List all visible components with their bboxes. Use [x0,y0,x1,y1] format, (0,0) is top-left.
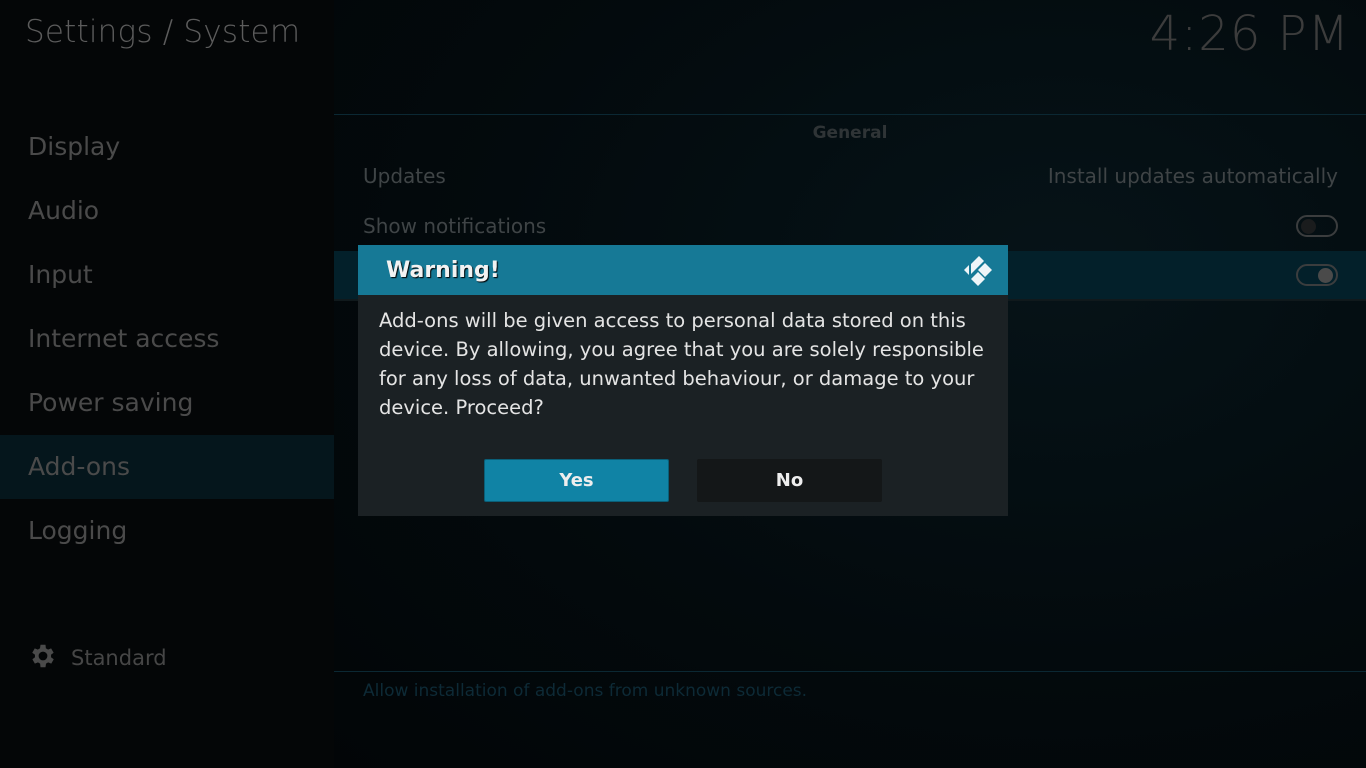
sidebar: Settings / System Display Audio Input In… [0,0,334,768]
sidebar-item-display[interactable]: Display [0,115,334,179]
settings-level-label: Standard [71,646,167,670]
sidebar-item-power-saving[interactable]: Power saving [0,371,334,435]
setting-show-notifications[interactable]: Show notifications [334,201,1366,251]
toggle-knob [1301,219,1316,234]
warning-dialog: Warning! Add-ons will be given access to… [358,245,1008,516]
page-title: Settings / System [25,14,301,50]
kodi-logo-icon [960,253,996,289]
toggle-switch[interactable] [1296,215,1338,237]
category-menu: Display Audio Input Internet access Powe… [0,115,334,563]
dialog-message: Add-ons will be given access to personal… [379,309,984,419]
dialog-header: Warning! [358,245,1008,295]
sidebar-item-internet-access[interactable]: Internet access [0,307,334,371]
sidebar-item-logging[interactable]: Logging [0,499,334,563]
setting-label: Show notifications [363,214,547,238]
settings-level-button[interactable]: Standard [28,640,167,676]
setting-label: Updates [363,164,446,188]
sidebar-item-audio[interactable]: Audio [0,179,334,243]
divider [334,114,1366,115]
divider [334,671,1366,672]
sidebar-item-add-ons[interactable]: Add-ons [0,435,334,499]
sidebar-item-input[interactable]: Input [0,243,334,307]
gear-icon [28,641,58,675]
clock: 4:26 PM [1149,6,1350,62]
toggle-switch[interactable] [1296,264,1338,286]
yes-button[interactable]: Yes [484,459,669,502]
dialog-title: Warning! [386,257,500,283]
setting-description: Allow installation of add-ons from unkno… [363,681,808,701]
section-title: General [812,123,888,143]
no-button[interactable]: No [697,459,882,502]
toggle-knob [1318,268,1333,283]
setting-updates[interactable]: Updates Install updates automatically [334,151,1366,201]
setting-value: Install updates automatically [1047,164,1338,188]
dialog-buttons: Yes No [484,459,882,502]
